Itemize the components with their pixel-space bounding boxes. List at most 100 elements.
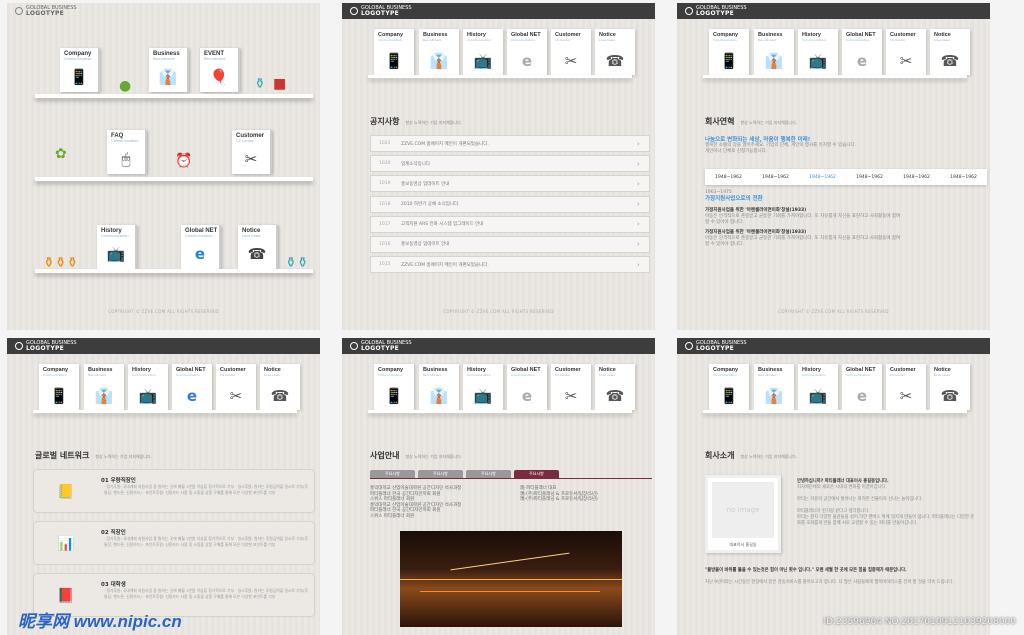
nav-label: Notice — [599, 32, 616, 38]
notice-row[interactable]: 1018 2010 하반기 공채 소식입니다. › — [370, 195, 650, 213]
nav-globalnet[interactable]: Global NET Communication e — [507, 364, 547, 410]
ie-icon: e — [186, 387, 198, 405]
box-sub: Love news — [242, 234, 261, 238]
notice-row[interactable]: 1020 업계소식입니다 › — [370, 155, 650, 173]
nav-sub: Recruitment — [423, 38, 442, 42]
logo[interactable]: GOLOBAL BUSINESS LOGOTYPE — [15, 341, 77, 352]
nav-history[interactable]: History Communication 📺 — [798, 29, 838, 75]
intro-p4: 지난 9년이라는 시간동안 현장에서 받은 감동서비스를 맡아오고자 합니다. … — [705, 580, 954, 585]
notice-row[interactable]: 1015 ZZVE.COM 홈페이지 메인이 개편되었습니다. › — [370, 256, 650, 274]
home-box-customer[interactable]: Customer CS Center ✂ — [232, 130, 272, 174]
year-tab[interactable]: 1948~1962 — [809, 175, 836, 180]
logo[interactable]: GOLOBAL BUSINESS LOGOTYPE — [685, 6, 747, 17]
box-sub: Communication — [185, 234, 213, 238]
box-sub: CS Center — [236, 139, 254, 143]
tab-main-3[interactable]: 주요사항 — [466, 470, 511, 478]
business-line: 홍익대학교 산업미술대학원 공간디자인 석사과정 — [370, 486, 462, 491]
nav-notice[interactable]: Notice Love news ☎ — [595, 29, 635, 75]
logo-line2: LOGOTYPE — [361, 10, 400, 17]
nav-notice[interactable]: Notice Love news ☎ — [595, 364, 635, 410]
home-box-event[interactable]: EVENT Recruitment 🎈 — [200, 48, 240, 92]
history-detail: 1963~1975 가정지원사업으로의 전환 가정지원사업을 위한 '아렌셀러이… — [705, 190, 905, 248]
business-col-2: 现-파티플래너 대표 現-(주)파티플래닝 & 프로듀서/팀장(5년) 現-(주… — [520, 486, 598, 503]
home-box-globalnet[interactable]: Global NET Communication e — [181, 225, 221, 269]
mouse-icon: 🖱 — [121, 150, 131, 168]
nav-globalnet[interactable]: Global NET Communication e — [842, 364, 882, 410]
nav-company[interactable]: Company Communication 📱 — [39, 364, 79, 410]
nav-business[interactable]: Business Recruitment 👔 — [754, 364, 794, 410]
nav-history[interactable]: History Communication 📺 — [798, 364, 838, 410]
home-box-notice[interactable]: Notice Love news ☎ — [238, 225, 278, 269]
nav-business[interactable]: Business Recruitment 👔 — [84, 364, 124, 410]
intro-text: 안녕하십니까? 파티플래너 대표이사 홍길동입니다. 지자체단체의 새로운 시대… — [797, 479, 977, 527]
notice-row[interactable]: 1017 고객지원 ARS 전화 시스템 업그레이드 안내 › — [370, 215, 650, 233]
home-box-business[interactable]: Business Recruitment 👔 — [149, 48, 189, 92]
nav-company[interactable]: Company Communication 📱 — [374, 364, 414, 410]
telephone-icon: ☎ — [270, 387, 290, 405]
box-label: Customer — [236, 133, 265, 139]
nav-sub: CS Center — [555, 38, 571, 42]
notice-num: 1017 — [379, 221, 391, 227]
nav-business[interactable]: Business Recruitment 👔 — [419, 364, 459, 410]
box-label: EVENT — [204, 51, 225, 57]
logo[interactable]: GOLOBAL BUSINESS LOGOTYPE — [350, 6, 412, 17]
history-s1-body: 아동은 인격적으로 존중받고 균등한 기회를 가져야합니다. 또 자유롭게 자신… — [705, 214, 901, 225]
box-sub: Recruitment — [153, 57, 175, 61]
year-tab[interactable]: 1948~1962 — [762, 175, 789, 180]
nav-label: Business — [423, 367, 448, 373]
box-label: FAQ — [111, 133, 124, 139]
nav-sub: Recruitment — [423, 373, 442, 377]
intro-greet: 안녕하십니까? 파티플래너 대표이사 홍길동입니다. — [797, 479, 889, 484]
tab-main-4[interactable]: 주요사항 — [514, 470, 559, 478]
nav-history[interactable]: History Communication 📺 — [463, 29, 503, 75]
page-title-text: 공지사항 — [370, 117, 400, 126]
ie-icon: e — [194, 245, 206, 263]
nav-history[interactable]: History Communication 📺 — [128, 364, 168, 410]
nav-business[interactable]: Business Recruitment 👔 — [419, 29, 459, 75]
logo[interactable]: GOLOBAL BUSINESS LOGOTYPE — [685, 341, 747, 352]
tv-icon: 📺 — [808, 52, 828, 70]
nav-customer[interactable]: Customer CS Center ✂ — [216, 364, 256, 410]
nav-business[interactable]: Business Recruitment 👔 — [754, 29, 794, 75]
nav-globalnet[interactable]: Global NET Communication e — [172, 364, 212, 410]
logo[interactable]: GOLOBAL BUSINESS LOGOTYPE — [15, 6, 77, 17]
chevron-right-icon: › — [637, 139, 640, 148]
ie-icon: e — [521, 52, 533, 70]
box-sub: Communication — [101, 234, 129, 238]
network-item-desc: · 정기후원: 국내계좌 지원사업 중 원하는 곳에 매월 1만원 이상을 정기… — [104, 484, 309, 495]
year-tab[interactable]: 1948~1962 — [856, 175, 883, 180]
home-box-history[interactable]: History Communication 📺 — [97, 225, 137, 269]
nav-customer[interactable]: Customer CS Center ✂ — [551, 29, 591, 75]
chevron-right-icon: › — [637, 240, 640, 249]
nav-globalnet[interactable]: Global NET Communication e — [842, 29, 882, 75]
network-item[interactable]: 📒 01 우량직장인 · 정기후원: 국내계좌 지원사업 중 원하는 곳에 매월 1… — [33, 469, 315, 513]
logo[interactable]: GOLOBAL BUSINESS LOGOTYPE — [350, 341, 412, 352]
nav-customer[interactable]: Customer CS Center ✂ — [551, 364, 591, 410]
home-box-faq[interactable]: FAQ Communication 🖱 — [107, 130, 147, 174]
network-item[interactable]: 📊 02 직장인 · 정기후원: 국내계좌 지원사업 중 원하는 곳에 매월 1만원… — [33, 521, 315, 565]
notice-row[interactable]: 1021 ZZVE.COM 홈페이지 메인이 개편되었습니다. › — [370, 135, 650, 152]
gift-icon: ■ — [273, 76, 287, 92]
notice-row[interactable]: 1019 홍보동영상 업데이트 안내 › — [370, 175, 650, 193]
telephone-icon: ☎ — [247, 245, 267, 263]
nav-sub: Communication — [511, 38, 535, 42]
nav-notice[interactable]: Notice Love news ☎ — [930, 364, 970, 410]
nav-company[interactable]: Company Communication 📱 — [709, 29, 749, 75]
nav-sub: CS Center — [890, 373, 906, 377]
year-tab[interactable]: 1948~1962 — [715, 175, 742, 180]
tab-main-1[interactable]: 주요사항 — [370, 470, 415, 478]
nav-notice[interactable]: Notice Love news ☎ — [930, 29, 970, 75]
nav-notice[interactable]: Notice Love news ☎ — [260, 364, 300, 410]
tab-main-2[interactable]: 주요사항 — [418, 470, 463, 478]
home-box-company[interactable]: Company Communication 📱 — [60, 48, 100, 92]
notice-row[interactable]: 1016 홍보동영상 업데이트 안내 › — [370, 235, 650, 253]
year-tab[interactable]: 1948~1962 — [950, 175, 977, 180]
nav-globalnet[interactable]: Global NET Communication e — [507, 29, 547, 75]
history-period-title: 가정지원사업으로의 전환 — [705, 196, 763, 202]
year-tab[interactable]: 1948~1962 — [903, 175, 930, 180]
nav-history[interactable]: History Communication 📺 — [463, 364, 503, 410]
nav-customer[interactable]: Customer CS Center ✂ — [886, 29, 926, 75]
nav-company[interactable]: Company Communication 📱 — [374, 29, 414, 75]
nav-company[interactable]: Company Communication 📱 — [709, 364, 749, 410]
nav-customer[interactable]: Customer CS Center ✂ — [886, 364, 926, 410]
